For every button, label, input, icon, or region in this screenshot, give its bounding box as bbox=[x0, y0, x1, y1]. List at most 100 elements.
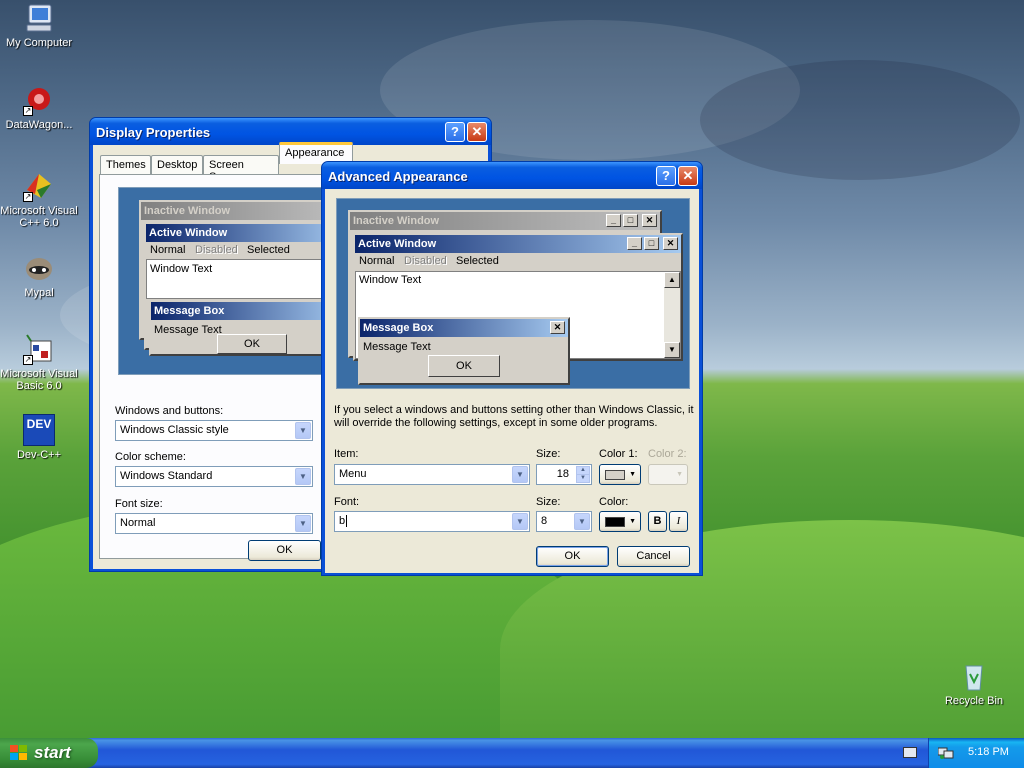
preview-active-title: Active Window bbox=[146, 224, 347, 242]
chevron-down-icon[interactable]: ▼ bbox=[574, 513, 590, 530]
desktop-icon-label: Mypal bbox=[24, 287, 54, 299]
start-label: start bbox=[34, 743, 71, 762]
desktop-icon-mypal[interactable]: Mypal bbox=[0, 252, 80, 299]
ok-button[interactable]: OK bbox=[248, 540, 321, 561]
font-size-select[interactable]: Normal ▼ bbox=[115, 513, 313, 534]
desktop-icon-label: Microsoft Visual Basic 6.0 bbox=[0, 368, 78, 392]
italic-button[interactable]: I bbox=[669, 511, 688, 532]
display-properties-titlebar[interactable]: Display Properties bbox=[90, 118, 491, 145]
font-value: b bbox=[339, 515, 346, 527]
chevron-down-icon: ▼ bbox=[629, 471, 636, 478]
dev-cpp-icon: DEV bbox=[23, 414, 55, 446]
close-button[interactable]: ✕ bbox=[467, 122, 487, 142]
scroll-up-icon[interactable]: ▲ bbox=[664, 272, 680, 288]
font-color-label: Color: bbox=[599, 496, 629, 508]
desktop-icon-label: Microsoft Visual C++ 6.0 bbox=[0, 205, 78, 229]
preview-window-text: Window Text bbox=[150, 263, 213, 275]
desktop-icon-visual-basic[interactable]: ↗ Microsoft Visual Basic 6.0 bbox=[0, 333, 80, 392]
visual-basic-icon: ↗ bbox=[23, 333, 55, 365]
color1-swatch bbox=[605, 470, 625, 480]
item-size-label: Size: bbox=[536, 448, 561, 460]
desktop-icon-label: Dev-C++ bbox=[16, 449, 62, 461]
taskbar: start 5:18 PM bbox=[0, 738, 1024, 768]
minimize-icon: _ bbox=[627, 237, 642, 250]
color-scheme-select[interactable]: Windows Standard ▼ bbox=[115, 466, 313, 487]
chevron-down-icon[interactable]: ▼ bbox=[295, 468, 311, 485]
font-size-value: 8 bbox=[541, 515, 548, 527]
item-select[interactable]: Menu ▼ bbox=[334, 464, 530, 485]
desktop-icon-recycle-bin[interactable]: Recycle Bin bbox=[933, 660, 1015, 707]
windows-buttons-select[interactable]: Windows Classic style ▼ bbox=[115, 420, 313, 441]
item-size-stepper[interactable]: 18 ▲ ▼ bbox=[536, 464, 592, 485]
maximize-icon: □ bbox=[623, 214, 638, 227]
desktop-icon-label: DataWagon... bbox=[5, 119, 73, 131]
preview-menu-disabled: Disabled bbox=[195, 244, 238, 256]
advanced-appearance-window[interactable]: Advanced Appearance ? ✕ Inactive Window … bbox=[321, 161, 703, 576]
text-cursor bbox=[346, 515, 348, 527]
preview-menu-normal[interactable]: Normal bbox=[359, 255, 394, 267]
desktop-icon-visual-cpp[interactable]: ↗ Microsoft Visual C++ 6.0 bbox=[0, 170, 80, 229]
maximize-icon: □ bbox=[644, 237, 659, 250]
window-title: Advanced Appearance bbox=[328, 169, 468, 184]
chevron-down-icon[interactable]: ▼ bbox=[512, 466, 528, 483]
desktop-icon-my-computer[interactable]: My Computer bbox=[0, 2, 80, 49]
font-color-picker[interactable]: ▼ bbox=[599, 511, 641, 532]
preview-menu-bar[interactable]: Normal Disabled Selected bbox=[355, 253, 681, 269]
close-icon: ✕ bbox=[663, 237, 678, 250]
preview-ok-button: OK bbox=[217, 334, 287, 354]
clock[interactable]: 5:18 PM bbox=[968, 746, 1009, 758]
chevron-down-icon[interactable]: ▼ bbox=[295, 515, 311, 532]
scroll-down-icon[interactable]: ▼ bbox=[664, 342, 680, 358]
cancel-button[interactable]: Cancel bbox=[617, 546, 690, 567]
shortcut-arrow-icon: ↗ bbox=[23, 355, 33, 365]
tab-screen-saver[interactable]: Screen Saver bbox=[203, 155, 279, 183]
help-button[interactable]: ? bbox=[445, 122, 465, 142]
tab-desktop[interactable]: Desktop bbox=[151, 155, 203, 174]
notice-text: If you select a windows and buttons sett… bbox=[334, 404, 694, 429]
dev-cpp-badge: DEV bbox=[26, 417, 52, 431]
color2-picker: ▼ bbox=[648, 464, 688, 485]
font-label: Font: bbox=[334, 496, 360, 508]
preview-menu-selected[interactable]: Selected bbox=[456, 255, 499, 267]
preview-area: Inactive Window Active Window Normal Dis… bbox=[118, 187, 349, 375]
minimize-icon: _ bbox=[606, 214, 621, 227]
windows-buttons-label: Windows and buttons: bbox=[115, 405, 224, 417]
desktop-icon-label: My Computer bbox=[5, 37, 73, 49]
network-icon[interactable] bbox=[937, 746, 954, 759]
preview-menu-disabled[interactable]: Disabled bbox=[404, 255, 447, 267]
ok-button[interactable]: OK bbox=[536, 546, 609, 567]
preview-message-box: Message Box Message Text OK bbox=[149, 300, 349, 356]
start-button[interactable]: start bbox=[0, 738, 98, 768]
preview-message-text: Message Text bbox=[363, 341, 431, 353]
preview-menu-bar: Normal Disabled Selected bbox=[146, 242, 347, 258]
bold-button[interactable]: B bbox=[648, 511, 667, 532]
preview-scrollbar[interactable]: ▲ ▼ bbox=[664, 272, 680, 358]
desktop-icon-dev-cpp[interactable]: DEV Dev-C++ bbox=[0, 414, 80, 461]
color1-picker[interactable]: ▼ bbox=[599, 464, 641, 485]
chevron-down-icon[interactable]: ▼ bbox=[295, 422, 311, 439]
preview-menu-selected: Selected bbox=[247, 244, 290, 256]
preview-message-box-title[interactable]: Message Box bbox=[360, 319, 568, 337]
desktop-icon-datawagon[interactable]: ↗ DataWagon... bbox=[0, 84, 80, 131]
close-button[interactable]: ✕ bbox=[678, 166, 698, 186]
tab-themes[interactable]: Themes bbox=[100, 155, 151, 174]
preview-area[interactable]: Inactive Window _ □ ✕ Active Window _ □ … bbox=[336, 198, 690, 389]
item-value: Menu bbox=[339, 468, 367, 480]
my-computer-icon bbox=[23, 2, 55, 34]
color1-label: Color 1: bbox=[599, 448, 638, 460]
chevron-down-icon: ▼ bbox=[629, 518, 636, 525]
font-select[interactable]: b ▼ bbox=[334, 511, 530, 532]
spin-down-icon[interactable]: ▼ bbox=[576, 474, 590, 483]
color-scheme-value: Windows Standard bbox=[120, 470, 213, 482]
preview-message-box[interactable]: Message Box ✕ Message Text OK bbox=[358, 317, 570, 385]
color2-label: Color 2: bbox=[648, 448, 687, 460]
recycle-bin-icon bbox=[958, 660, 990, 692]
sky-cloud bbox=[700, 60, 1020, 180]
font-size-select[interactable]: 8 ▼ bbox=[536, 511, 592, 532]
font-color-swatch bbox=[605, 517, 625, 527]
preview-ok-button[interactable]: OK bbox=[428, 355, 500, 377]
keyboard-icon[interactable] bbox=[903, 747, 917, 758]
advanced-appearance-titlebar[interactable]: Advanced Appearance bbox=[322, 162, 702, 189]
chevron-down-icon[interactable]: ▼ bbox=[512, 513, 528, 530]
help-button[interactable]: ? bbox=[656, 166, 676, 186]
